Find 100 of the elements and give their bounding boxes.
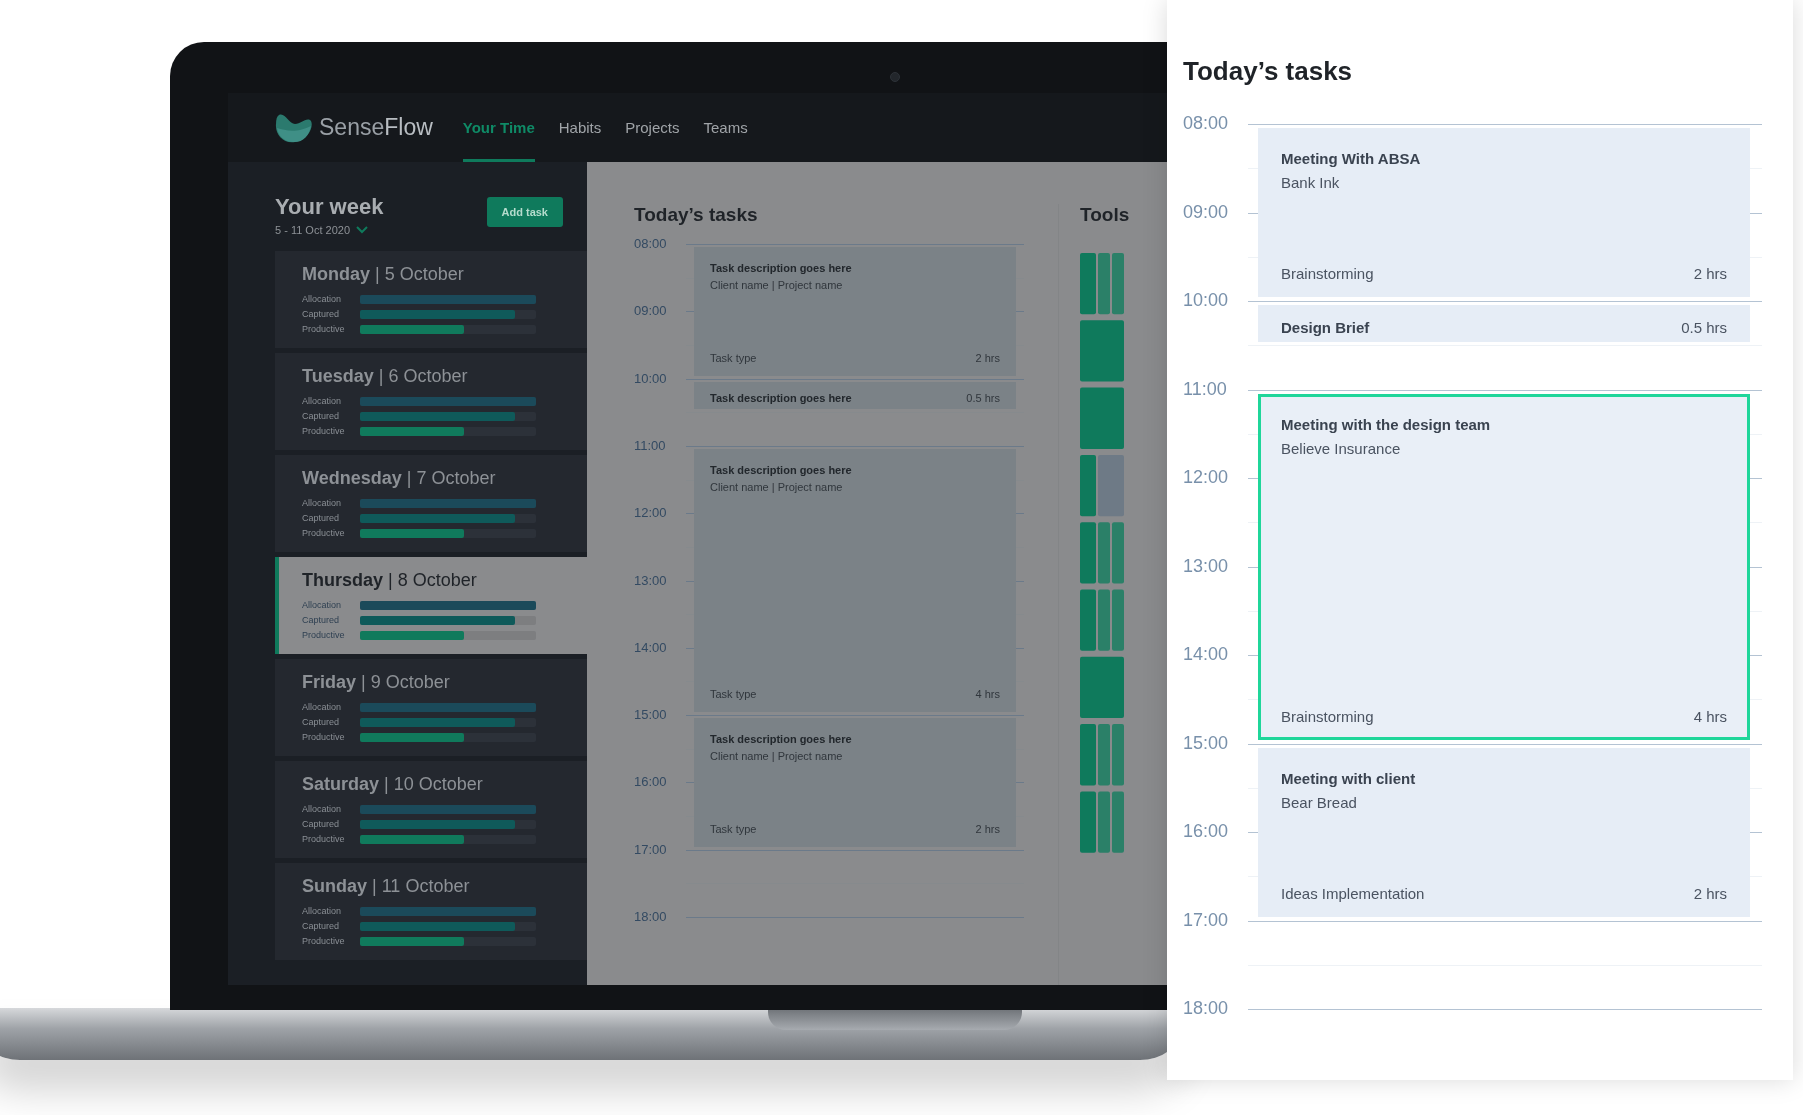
task-card[interactable]: Meeting with the design team Believe Insurance Brainstorming 4 hrs bbox=[1258, 393, 1750, 740]
task-client: Client name | Project name bbox=[710, 750, 844, 763]
task-title: Task description goes here bbox=[710, 463, 853, 476]
hour-label: 08:00 bbox=[1183, 113, 1229, 134]
task-duration: 4 hrs bbox=[1693, 707, 1727, 725]
task-duration: 0.5 hrs bbox=[1681, 319, 1727, 336]
task-duration: 2 hrs bbox=[975, 822, 1000, 835]
task-duration: 2 hrs bbox=[975, 351, 1000, 364]
task-title: Task description goes here bbox=[710, 262, 853, 274]
tasks-heading: Today’s tasks bbox=[634, 204, 759, 226]
metric-label: Allocation bbox=[302, 702, 343, 712]
task-title: Design Brief bbox=[1281, 319, 1370, 336]
day-card[interactable]: Friday | 9 October Allocation Captured Productive bbox=[275, 659, 587, 756]
task-title: Meeting With ABSA bbox=[1281, 150, 1422, 167]
metric-label: Captured bbox=[302, 513, 341, 523]
task-duration: 2 hrs bbox=[1693, 265, 1727, 282]
nav-tab[interactable]: Habits bbox=[558, 93, 602, 162]
hour-label: 12:00 bbox=[634, 505, 667, 521]
hour-label: 16:00 bbox=[634, 774, 667, 790]
task-client: Bear Bread bbox=[1281, 793, 1358, 811]
tools-heading: Tools bbox=[1080, 204, 1130, 226]
metric-label: Productive bbox=[302, 528, 346, 538]
metric-label: Productive bbox=[302, 936, 346, 946]
usage-block bbox=[1080, 656, 1124, 719]
task-card[interactable]: Meeting With ABSA Bank Ink Brainstorming 2 hrs bbox=[1258, 128, 1750, 297]
day-card[interactable]: Tuesday | 6 October Allocation Captured Productive bbox=[275, 353, 587, 450]
task-title: Meeting with the design team bbox=[1281, 415, 1492, 433]
metric-label: Productive bbox=[302, 834, 346, 844]
day-title: Monday | 5 October bbox=[302, 264, 465, 285]
task-duration: 0.5 hrs bbox=[966, 391, 1000, 404]
day-card[interactable]: Wednesday | 7 October Allocation Captured Productive bbox=[275, 455, 587, 552]
week-range-dropdown[interactable]: 5 - 11 Oct 2020 bbox=[275, 224, 384, 236]
usage-block bbox=[1080, 387, 1124, 449]
day-card[interactable]: Sunday | 11 October Allocation Captured Productive bbox=[275, 863, 587, 960]
usage-block bbox=[1080, 522, 1096, 584]
task-title: Task description goes here bbox=[710, 733, 853, 746]
usage-block bbox=[1098, 522, 1110, 584]
hour-label: 14:00 bbox=[634, 639, 667, 655]
task-type: Task type bbox=[710, 822, 757, 835]
day-title: Sunday | 11 October bbox=[302, 876, 471, 897]
metric-label: Allocation bbox=[302, 396, 343, 406]
usage-block bbox=[1080, 724, 1096, 786]
hour-label: 15:00 bbox=[634, 707, 667, 723]
usage-block bbox=[1098, 791, 1110, 853]
metric-label: Productive bbox=[302, 732, 346, 742]
task-client: Client name | Project name bbox=[710, 279, 844, 291]
task-type: Brainstorming bbox=[1281, 707, 1374, 725]
metric-label: Productive bbox=[302, 630, 346, 640]
task-title: Task description goes here bbox=[710, 391, 852, 404]
day-card[interactable]: Monday | 5 October Allocation Captured Productive bbox=[275, 251, 587, 348]
chevron-icon bbox=[356, 226, 368, 234]
usage-block bbox=[1098, 253, 1110, 315]
metric-label: Allocation bbox=[302, 804, 343, 814]
nav-tab[interactable]: Projects bbox=[625, 93, 680, 162]
day-title: Tuesday | 6 October bbox=[302, 366, 469, 387]
hour-label: 13:00 bbox=[1183, 555, 1229, 577]
hour-label: 11:00 bbox=[634, 437, 666, 453]
hour-label: 16:00 bbox=[1183, 821, 1229, 842]
usage-block bbox=[1112, 724, 1124, 786]
usage-block bbox=[1112, 791, 1124, 853]
hour-label: 13:00 bbox=[634, 572, 667, 588]
task-card[interactable]: Task description goes here Client name | Project name Task type 4 hrs bbox=[694, 448, 1016, 713]
task-title: Meeting with client bbox=[1281, 769, 1417, 787]
nav-tab[interactable]: Teams bbox=[703, 93, 748, 162]
day-card[interactable]: Saturday | 10 October Allocation Captured Productive bbox=[275, 761, 587, 858]
brand-name: SenseFlow bbox=[319, 114, 433, 141]
usage-block bbox=[1112, 253, 1124, 315]
add-task-button[interactable]: Add task bbox=[486, 197, 563, 227]
day-title: Saturday | 10 October bbox=[302, 774, 484, 795]
task-duration: 4 hrs bbox=[975, 688, 1000, 701]
task-client: Client name | Project name bbox=[710, 480, 844, 493]
usage-block bbox=[1080, 253, 1096, 315]
hour-label: 10:00 bbox=[1183, 290, 1229, 311]
task-type: Task type bbox=[710, 351, 757, 364]
usage-block bbox=[1098, 454, 1124, 517]
day-title: Wednesday | 7 October bbox=[302, 468, 497, 489]
hour-label: 09:00 bbox=[634, 303, 667, 319]
task-client: Believe Insurance bbox=[1281, 439, 1402, 457]
metric-label: Captured bbox=[302, 921, 341, 931]
metric-label: Allocation bbox=[302, 600, 343, 610]
metric-label: Productive bbox=[302, 426, 346, 436]
usage-block bbox=[1080, 454, 1096, 517]
metric-label: Allocation bbox=[302, 294, 343, 304]
metric-label: Captured bbox=[302, 819, 341, 829]
task-card[interactable]: Meeting with client Bear Bread Ideas Implementation 2 hrs bbox=[1258, 747, 1750, 917]
hour-label: 14:00 bbox=[1183, 644, 1229, 665]
hour-label: 08:00 bbox=[634, 236, 667, 251]
hour-label: 15:00 bbox=[1183, 732, 1229, 754]
hour-label: 18:00 bbox=[1183, 998, 1229, 1019]
task-card[interactable]: Task description goes here Client name | Project name Task type 2 hrs bbox=[694, 718, 1016, 847]
task-card[interactable]: Task description goes here Client name | Project name Task type 2 hrs bbox=[694, 247, 1016, 376]
metric-label: Allocation bbox=[302, 498, 343, 508]
hour-label: 17:00 bbox=[1183, 909, 1229, 931]
day-card[interactable]: Thursday | 8 October Allocation Captured Productive bbox=[275, 557, 587, 654]
usage-block bbox=[1080, 791, 1096, 853]
usage-block bbox=[1112, 522, 1124, 584]
task-card[interactable]: Design Brief 0.5 hrs bbox=[1258, 305, 1750, 342]
task-card[interactable]: Task description goes here 0.5 hrs bbox=[694, 381, 1016, 410]
metric-label: Captured bbox=[302, 411, 341, 421]
hour-label: 11:00 bbox=[1183, 378, 1227, 400]
